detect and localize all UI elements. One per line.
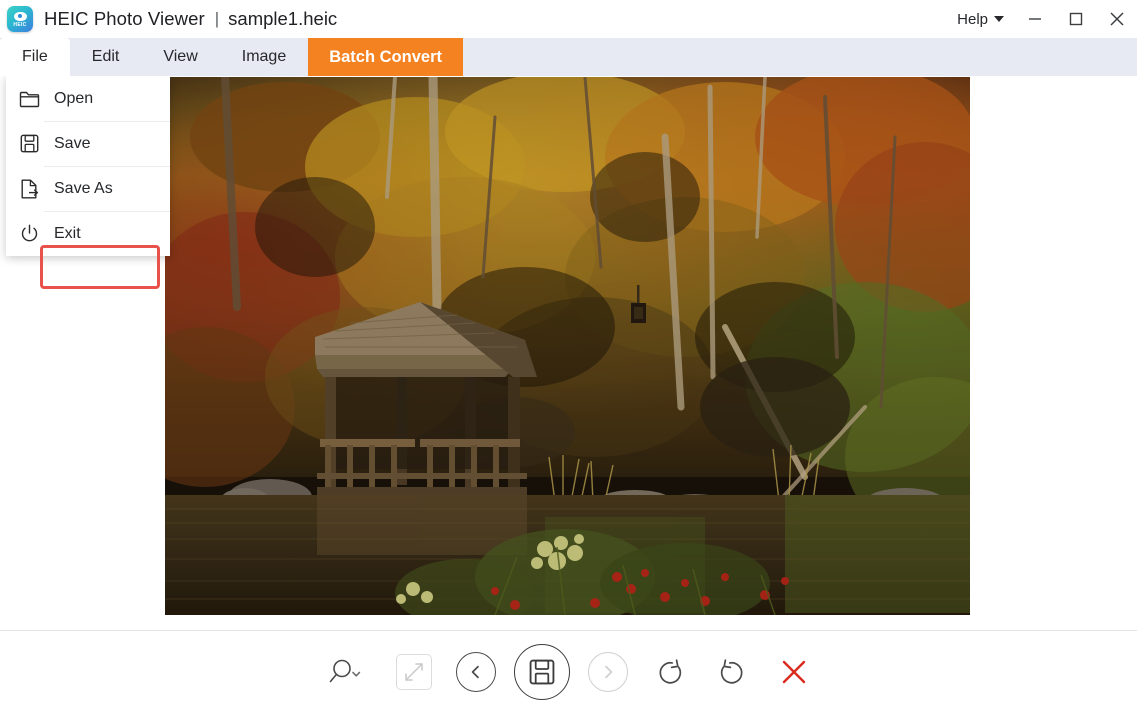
photo-image xyxy=(165,77,970,615)
title-separator: | xyxy=(214,9,220,28)
menu-item-view[interactable]: View xyxy=(141,38,219,76)
menu-item-edit-label: Edit xyxy=(91,48,120,65)
zoom-button[interactable] xyxy=(313,641,383,703)
rotate-left-button[interactable] xyxy=(639,641,701,703)
application-window: HEIC HEIC Photo Viewer | sample1.heic He… xyxy=(0,0,1137,713)
menu-item-batch-convert[interactable]: Batch Convert xyxy=(308,38,463,76)
previous-button[interactable] xyxy=(445,641,507,703)
floppy-disk-icon xyxy=(18,133,40,155)
next-button[interactable] xyxy=(577,641,639,703)
menu-option-exit-label: Exit xyxy=(54,224,81,242)
rotate-ccw-icon xyxy=(659,659,681,684)
rotate-right-button[interactable] xyxy=(701,641,763,703)
menu-item-image[interactable]: Image xyxy=(220,38,308,76)
menu-item-batch-convert-label: Batch Convert xyxy=(329,47,442,66)
content-area: Open Save Save As Exit xyxy=(0,76,1137,630)
title-bar: HEIC HEIC Photo Viewer | sample1.heic He… xyxy=(0,0,1137,38)
chevron-right-icon xyxy=(587,652,628,692)
rotate-cw-icon xyxy=(720,659,742,684)
save-button[interactable] xyxy=(507,641,577,703)
bottom-toolbar xyxy=(0,630,1137,713)
maximize-button[interactable] xyxy=(1055,0,1096,38)
power-icon xyxy=(18,223,40,245)
menu-option-save[interactable]: Save xyxy=(6,121,170,166)
menu-item-file[interactable]: File xyxy=(0,38,70,76)
menu-option-exit[interactable]: Exit xyxy=(6,211,170,256)
menu-item-view-label: View xyxy=(163,48,198,65)
floppy-disk-icon xyxy=(513,644,570,700)
save-as-file-arrow-icon xyxy=(18,178,40,200)
close-icon xyxy=(1109,12,1124,26)
folder-open-icon xyxy=(18,88,40,110)
current-file-name: sample1.heic xyxy=(228,8,338,29)
menu-item-edit[interactable]: Edit xyxy=(70,38,142,76)
chevron-left-icon xyxy=(455,652,496,692)
title-bar-right-group: Help xyxy=(947,0,1137,38)
menu-item-image-label: Image xyxy=(241,48,287,65)
red-x-icon xyxy=(782,660,805,684)
help-menu-label: Help xyxy=(957,10,988,28)
app-logo-label: HEIC xyxy=(13,21,27,28)
help-menu-button[interactable]: Help xyxy=(947,7,1014,32)
menu-option-save-as[interactable]: Save As xyxy=(6,166,170,211)
file-dropdown-menu: Open Save Save As Exit xyxy=(6,76,170,256)
app-logo-icon: HEIC xyxy=(7,6,33,32)
minimize-button[interactable] xyxy=(1014,0,1055,38)
menu-item-file-label: File xyxy=(22,48,48,65)
menu-option-save-as-label: Save As xyxy=(54,179,113,197)
close-button[interactable] xyxy=(1096,0,1137,38)
zoom-icon xyxy=(329,659,360,683)
expand-icon xyxy=(395,654,432,690)
minimize-icon xyxy=(1028,18,1041,20)
fullscreen-button[interactable] xyxy=(383,641,445,703)
menu-option-open[interactable]: Open xyxy=(6,76,170,121)
delete-button[interactable] xyxy=(763,641,825,703)
maximize-icon xyxy=(1069,12,1082,26)
photo-viewport[interactable] xyxy=(165,77,970,615)
chevron-down-icon xyxy=(994,16,1004,22)
app-title: HEIC Photo Viewer xyxy=(44,8,205,29)
menu-option-save-label: Save xyxy=(54,134,91,152)
menu-bar: File Edit View Image Batch Convert xyxy=(0,38,1137,76)
eye-glyph xyxy=(13,11,27,21)
menu-option-open-label: Open xyxy=(54,89,94,107)
